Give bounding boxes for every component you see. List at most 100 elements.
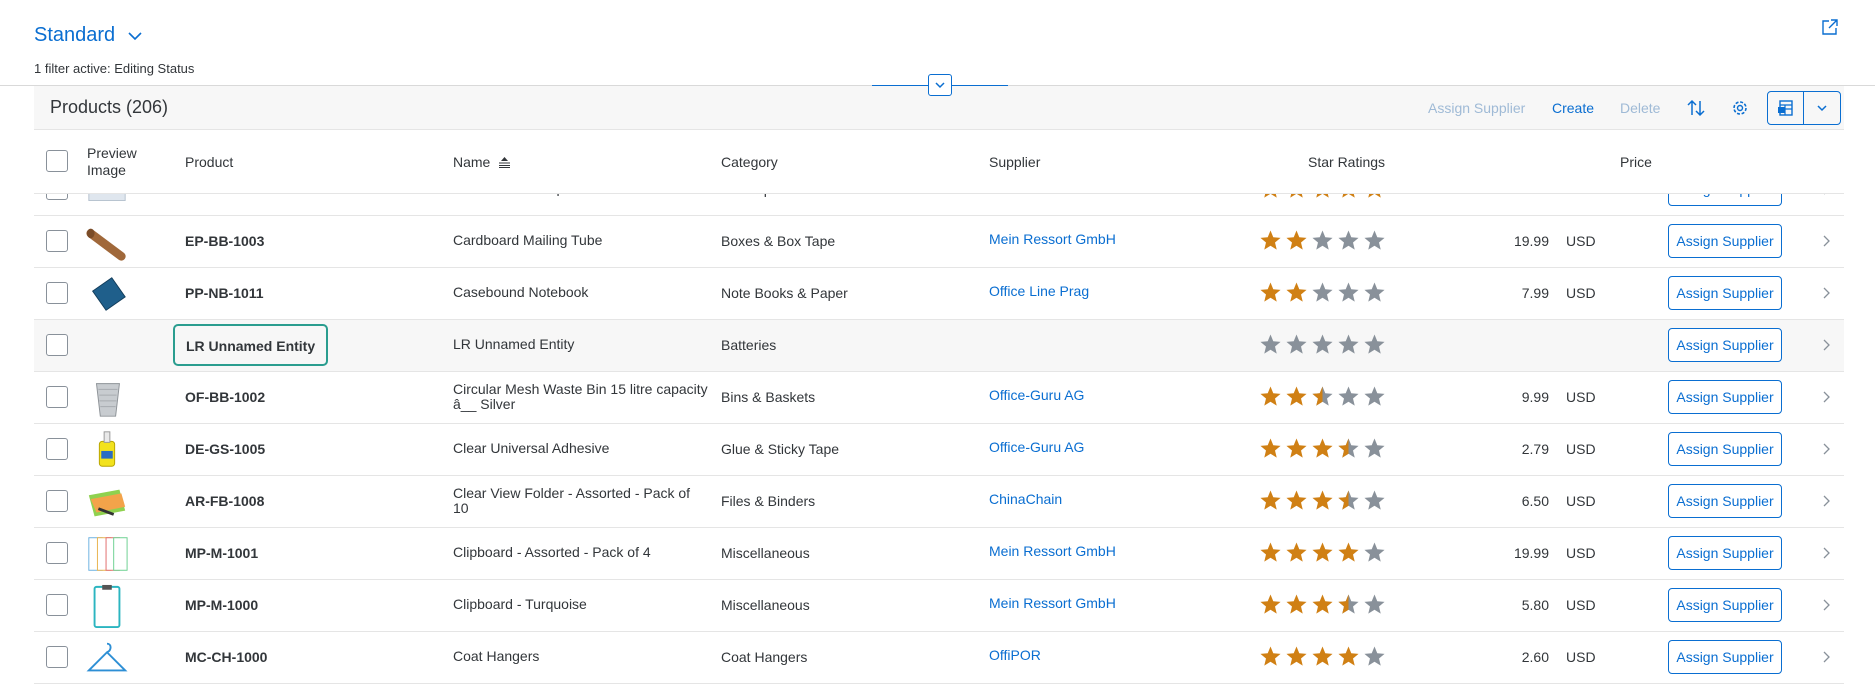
star-empty-icon xyxy=(1338,386,1359,406)
chevron-right-icon[interactable] xyxy=(1820,234,1832,248)
export-to-spreadsheet-button[interactable] xyxy=(1768,92,1804,124)
delete-button[interactable]: Delete xyxy=(1620,100,1660,116)
export-split-button[interactable] xyxy=(1767,91,1841,125)
star-empty-icon xyxy=(1364,490,1385,510)
star-filled-icon xyxy=(1260,542,1281,562)
assign-supplier-row-button[interactable]: Assign Supplier xyxy=(1668,328,1782,362)
supplier-link[interactable]: Mein Ressort GmbH xyxy=(989,543,1116,559)
assign-supplier-row-button[interactable]: Assign Supplier xyxy=(1668,224,1782,258)
supplier-link[interactable]: Office Line Prag xyxy=(989,283,1089,299)
row-checkbox[interactable] xyxy=(46,194,68,200)
price-currency: USD xyxy=(1566,441,1596,457)
product-category: Batteries xyxy=(721,337,777,353)
select-all-checkbox[interactable] xyxy=(46,150,68,172)
export-options-button[interactable] xyxy=(1804,92,1840,124)
row-checkbox[interactable] xyxy=(46,594,68,616)
assign-supplier-row-button[interactable]: Assign Supplier xyxy=(1668,536,1782,570)
collapse-header-button[interactable] xyxy=(928,74,952,96)
table-row[interactable]: MC-CH-1000 Coat Hangers Coat Hangers OffiPO… xyxy=(34,632,1844,684)
supplier-link[interactable]: Mein Ressort GmbH xyxy=(989,595,1116,611)
clipboard-icon xyxy=(93,584,121,628)
chevron-right-icon[interactable] xyxy=(1820,390,1832,404)
column-preview-image[interactable]: Preview Image xyxy=(87,145,147,179)
table-row[interactable]: PP-NB-1011 Casebound Notebook Note Books &… xyxy=(34,268,1844,320)
assign-supplier-row-button[interactable]: Assign Supplier xyxy=(1668,380,1782,414)
row-checkbox[interactable] xyxy=(46,542,68,564)
star-empty-icon xyxy=(1312,334,1333,354)
assign-supplier-row-button[interactable]: Assign Supplier xyxy=(1668,432,1782,466)
supplier-link[interactable]: Mein Ressort GmbH xyxy=(989,231,1116,247)
envelope-icon xyxy=(88,194,126,201)
star-filled-icon xyxy=(1312,542,1333,562)
table-row[interactable]: OF-BB-1002 Circular Mesh Waste Bin 15 lit… xyxy=(34,372,1844,424)
row-checkbox[interactable] xyxy=(46,334,68,356)
product-id: MP-M-1000 xyxy=(185,597,259,613)
assign-supplier-row-button[interactable]: Assign Supplier xyxy=(1668,588,1782,622)
table-row[interactable]: EP-BB-1003 Cardboard Mailing Tube Boxes & … xyxy=(34,216,1844,268)
star-empty-icon xyxy=(1364,230,1385,250)
share-icon[interactable] xyxy=(1821,18,1839,36)
row-checkbox[interactable] xyxy=(46,386,68,408)
clipboards-icon xyxy=(88,537,128,571)
table-row[interactable]: EP-E-1001 Business Envelopes with Windows… xyxy=(34,194,1844,216)
column-price[interactable]: Price xyxy=(1620,154,1652,170)
row-checkbox[interactable] xyxy=(46,646,68,668)
spreadsheet-icon xyxy=(1777,100,1793,116)
assign-supplier-row-button[interactable]: Assign Supplier xyxy=(1668,484,1782,518)
star-empty-icon xyxy=(1364,334,1385,354)
product-id[interactable]: LR Unnamed Entity xyxy=(173,324,329,366)
chevron-right-icon[interactable] xyxy=(1820,494,1832,508)
star-half-icon xyxy=(1338,490,1359,510)
chevron-right-icon[interactable] xyxy=(1820,546,1832,560)
product-category: Bins & Baskets xyxy=(721,389,816,405)
column-star-ratings[interactable]: Star Ratings xyxy=(1308,154,1385,170)
assign-supplier-row-button[interactable]: Assign Supplier xyxy=(1668,194,1782,206)
star-empty-icon xyxy=(1338,282,1359,302)
star-rating xyxy=(1259,385,1386,408)
row-checkbox[interactable] xyxy=(46,230,68,252)
row-checkbox[interactable] xyxy=(46,282,68,304)
sort-button[interactable] xyxy=(1685,97,1707,119)
table-row[interactable]: AR-FB-1008 Clear View Folder - Assorted -… xyxy=(34,476,1844,528)
chevron-right-icon[interactable] xyxy=(1820,286,1832,300)
hanger-icon xyxy=(86,642,128,672)
chevron-right-icon[interactable] xyxy=(1820,194,1832,196)
star-rating xyxy=(1259,541,1386,564)
supplier-link[interactable]: OffiPOR xyxy=(989,647,1041,663)
column-supplier[interactable]: Supplier xyxy=(989,154,1040,170)
column-product[interactable]: Product xyxy=(185,154,233,170)
supplier-link[interactable]: Office-Guru AG xyxy=(989,439,1084,455)
supplier-link[interactable]: ChinaChain xyxy=(989,491,1062,507)
table-row[interactable]: MP-M-1001 Clipboard - Assorted - Pack of … xyxy=(34,528,1844,580)
product-id: MC-CH-1000 xyxy=(185,649,268,665)
row-checkbox[interactable] xyxy=(46,438,68,460)
star-filled-icon xyxy=(1368,194,1381,198)
product-id: OF-BB-1002 xyxy=(185,389,266,405)
product-name: Clipboard - Turquoise xyxy=(453,596,587,612)
supplier-link[interactable]: Office-Guru AG xyxy=(989,387,1084,403)
product-category: Miscellaneous xyxy=(721,597,810,613)
table-row[interactable]: DE-GS-1005 Clear Universal Adhesive Glue &… xyxy=(34,424,1844,476)
star-filled-icon xyxy=(1286,490,1307,510)
assign-supplier-row-button[interactable]: Assign Supplier xyxy=(1668,640,1782,674)
product-price: 2.60 xyxy=(1521,649,1549,665)
settings-button[interactable] xyxy=(1729,97,1751,119)
star-filled-icon xyxy=(1260,386,1281,406)
chevron-right-icon[interactable] xyxy=(1820,598,1832,612)
price-currency: USD xyxy=(1566,493,1596,509)
assign-supplier-row-button[interactable]: Assign Supplier xyxy=(1668,276,1782,310)
star-filled-icon xyxy=(1286,646,1307,666)
table-row[interactable]: LR Unnamed Entity LR Unnamed Entity Batter… xyxy=(34,320,1844,372)
table-row[interactable]: MP-M-1000 Clipboard - Turquoise Miscellane… xyxy=(34,580,1844,632)
row-checkbox[interactable] xyxy=(46,490,68,512)
chevron-right-icon[interactable] xyxy=(1820,338,1832,352)
star-empty-icon xyxy=(1364,438,1385,458)
product-name: Clipboard - Assorted - Pack of 4 xyxy=(453,544,651,560)
column-category[interactable]: Category xyxy=(721,154,778,170)
assign-supplier-button[interactable]: Assign Supplier xyxy=(1428,100,1525,116)
column-name[interactable]: Name xyxy=(453,154,511,170)
create-button[interactable]: Create xyxy=(1552,100,1594,116)
chevron-right-icon[interactable] xyxy=(1820,650,1832,664)
variant-selector[interactable]: Standard xyxy=(34,24,143,47)
chevron-right-icon[interactable] xyxy=(1820,442,1832,456)
